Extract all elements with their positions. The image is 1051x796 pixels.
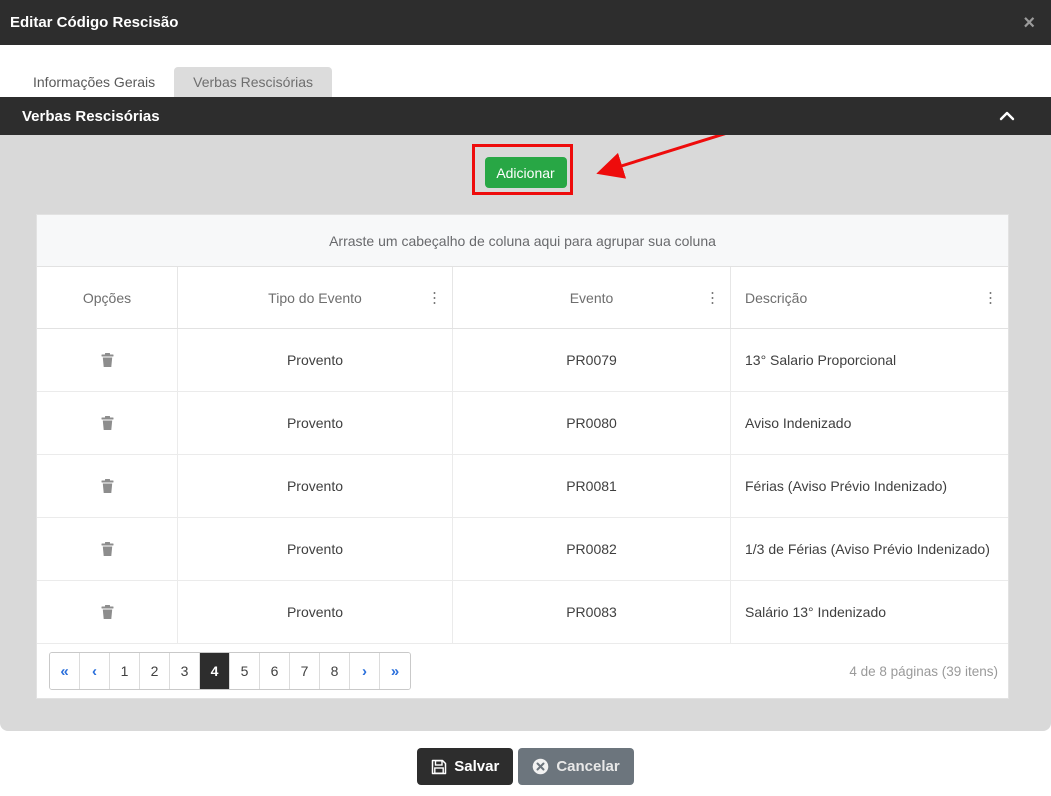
cancel-icon bbox=[533, 758, 549, 775]
row-options-cell bbox=[37, 392, 178, 454]
column-header-tipo-do-evento[interactable]: Tipo do Evento ⋮ bbox=[178, 267, 453, 328]
row-descricao-cell: 13° Salario Proporcional bbox=[745, 352, 897, 368]
row-descricao-cell: Salário 13° Indenizado bbox=[745, 604, 887, 620]
row-evento-cell: PR0079 bbox=[453, 329, 731, 391]
row-tipo-cell: Provento bbox=[178, 455, 453, 517]
row-tipo-cell: Provento bbox=[178, 581, 453, 643]
add-button[interactable]: Adicionar bbox=[484, 157, 567, 188]
panel-content: Adicionar Arraste um cabeçalho de coluna… bbox=[0, 135, 1051, 731]
column-menu-icon[interactable]: ⋮ bbox=[705, 290, 720, 305]
trash-icon bbox=[101, 416, 113, 430]
pager-page-1[interactable]: 1 bbox=[110, 653, 140, 689]
pager-next[interactable]: › bbox=[350, 653, 380, 689]
pager-prev[interactable]: ‹ bbox=[80, 653, 110, 689]
row-options-cell bbox=[37, 329, 178, 391]
tab-verbas-rescisorias[interactable]: Verbas Rescisórias bbox=[174, 67, 332, 97]
pager-first[interactable]: « bbox=[50, 653, 80, 689]
row-evento-cell: PR0083 bbox=[453, 581, 731, 643]
row-evento-cell: PR0080 bbox=[453, 392, 731, 454]
table-row: Provento PR0079 13° Salario Proporcional bbox=[37, 329, 1008, 392]
pager-page-6[interactable]: 6 bbox=[260, 653, 290, 689]
chevron-up-icon[interactable] bbox=[999, 111, 1015, 121]
trash-icon bbox=[101, 542, 113, 556]
row-evento-cell: PR0082 bbox=[453, 518, 731, 580]
row-descricao-cell: 1/3 de Férias (Aviso Prévio Indenizado) bbox=[745, 541, 990, 557]
column-header-evento[interactable]: Evento ⋮ bbox=[453, 267, 731, 328]
row-options-cell bbox=[37, 455, 178, 517]
pager-page-7[interactable]: 7 bbox=[290, 653, 320, 689]
cancel-button[interactable]: Cancelar bbox=[518, 748, 634, 785]
table-row: Provento PR0081 Férias (Aviso Prévio Ind… bbox=[37, 455, 1008, 518]
save-icon bbox=[432, 759, 447, 774]
row-tipo-cell: Provento bbox=[178, 518, 453, 580]
column-header-opcoes: Opções bbox=[37, 267, 178, 328]
tab-label: Informações Gerais bbox=[33, 74, 156, 90]
pager-page-3[interactable]: 3 bbox=[170, 653, 200, 689]
delete-row-button[interactable] bbox=[99, 477, 116, 495]
panel-header[interactable]: Verbas Rescisórias bbox=[0, 97, 1051, 135]
tab-informacoes-gerais[interactable]: Informações Gerais bbox=[14, 67, 174, 97]
tab-bar: Informações Gerais Verbas Rescisórias bbox=[0, 45, 1051, 97]
delete-row-button[interactable] bbox=[99, 603, 116, 621]
row-tipo-cell: Provento bbox=[178, 329, 453, 391]
delete-row-button[interactable] bbox=[99, 540, 116, 558]
pager-page-8[interactable]: 8 bbox=[320, 653, 350, 689]
pager: « ‹ 1 2 3 4 5 6 7 8 › » bbox=[49, 652, 411, 690]
close-icon[interactable]: × bbox=[1023, 13, 1035, 33]
column-header-descricao[interactable]: Descrição ⋮ bbox=[731, 267, 1008, 328]
modal-header: Editar Código Rescisão × bbox=[0, 0, 1051, 45]
row-options-cell bbox=[37, 518, 178, 580]
grid-header-row: Opções Tipo do Evento ⋮ Evento ⋮ Descriç… bbox=[37, 267, 1008, 329]
table-row: Provento PR0082 1/3 de Férias (Aviso Pré… bbox=[37, 518, 1008, 581]
grid-group-drop-area[interactable]: Arraste um cabeçalho de coluna aqui para… bbox=[37, 215, 1008, 267]
pager-info-text: 4 de 8 páginas (39 itens) bbox=[849, 663, 998, 679]
modal-title: Editar Código Rescisão bbox=[10, 14, 179, 31]
table-row: Provento PR0083 Salário 13° Indenizado bbox=[37, 581, 1008, 644]
modal-footer: Salvar Cancelar bbox=[0, 748, 1051, 785]
save-button[interactable]: Salvar bbox=[417, 748, 514, 785]
pager-page-4-active[interactable]: 4 bbox=[200, 653, 230, 689]
data-grid: Arraste um cabeçalho de coluna aqui para… bbox=[36, 214, 1009, 699]
pager-page-2[interactable]: 2 bbox=[140, 653, 170, 689]
grid-pager-row: « ‹ 1 2 3 4 5 6 7 8 › » 4 de 8 páginas (… bbox=[37, 644, 1008, 698]
column-menu-icon[interactable]: ⋮ bbox=[427, 290, 442, 305]
trash-icon bbox=[101, 605, 113, 619]
toolbar: Adicionar bbox=[0, 135, 1051, 188]
row-descricao-cell: Aviso Indenizado bbox=[745, 415, 852, 431]
pager-page-5[interactable]: 5 bbox=[230, 653, 260, 689]
row-tipo-cell: Provento bbox=[178, 392, 453, 454]
table-row: Provento PR0080 Aviso Indenizado bbox=[37, 392, 1008, 455]
group-hint-text: Arraste um cabeçalho de coluna aqui para… bbox=[329, 232, 716, 249]
delete-row-button[interactable] bbox=[99, 414, 116, 432]
row-evento-cell: PR0081 bbox=[453, 455, 731, 517]
trash-icon bbox=[101, 353, 113, 367]
panel-title: Verbas Rescisórias bbox=[22, 107, 160, 125]
delete-row-button[interactable] bbox=[99, 351, 116, 369]
pager-last[interactable]: » bbox=[380, 653, 410, 689]
tab-label: Verbas Rescisórias bbox=[193, 74, 313, 90]
row-descricao-cell: Férias (Aviso Prévio Indenizado) bbox=[745, 478, 948, 494]
trash-icon bbox=[101, 479, 113, 493]
row-options-cell bbox=[37, 581, 178, 643]
column-menu-icon[interactable]: ⋮ bbox=[983, 290, 998, 305]
